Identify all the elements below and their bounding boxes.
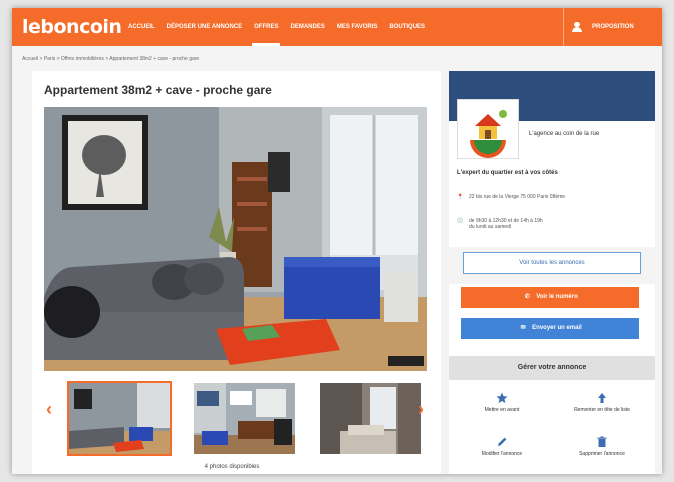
pencil-icon: [498, 437, 507, 446]
arrow-up-icon: [598, 393, 606, 403]
trash-icon: [597, 436, 607, 447]
nav-item-favorites[interactable]: MES FAVORIS: [331, 8, 384, 46]
call-label: Voir le numéro: [536, 294, 578, 300]
nav-item-post-ad[interactable]: DÉPOSER UNE ANNONCE: [161, 8, 248, 46]
thumbnail-3[interactable]: [320, 383, 421, 454]
chevron-left-icon[interactable]: ‹: [46, 399, 52, 420]
nav-item-offers[interactable]: OFFRES: [248, 8, 284, 46]
promote-ad-button[interactable]: Mettre en avant: [452, 392, 552, 413]
agency-logo[interactable]: [457, 99, 519, 159]
contact-card: ✆ Voir le numéro ✉ Envoyer un email: [449, 284, 655, 352]
nav-item-home[interactable]: ACCUEIL: [122, 8, 161, 46]
listing-title: Appartement 38m2 + cave - proche gare: [44, 83, 272, 97]
account-label: PROPOSITION: [592, 24, 634, 30]
agency-hours-row: 🕘 de 9h30 à 12h30 et de 14h à 19h du lun…: [457, 218, 543, 230]
email-label: Envoyer un email: [532, 325, 582, 331]
chevron-right-icon[interactable]: ›: [418, 399, 424, 420]
promote-ad-label: Mettre en avant: [484, 407, 520, 413]
agency-name[interactable]: L'agence au coin de la rue: [529, 131, 599, 137]
breadcrumb[interactable]: Accueil > Paris > Offres immobilières > …: [22, 56, 199, 62]
location-pin-icon: 📍: [457, 194, 464, 200]
edit-ad-button[interactable]: Modifier l'annonce: [452, 436, 552, 457]
thumbnail-1[interactable]: [67, 381, 172, 456]
site-logo[interactable]: leboncoin: [12, 16, 122, 38]
nav-item-shops[interactable]: BOUTIQUES: [383, 8, 431, 46]
agency-address-row: 📍 22 bis rue de la Vierge 75 000 Paris 0…: [457, 194, 565, 200]
nav-item-requests[interactable]: DEMANDES: [284, 8, 330, 46]
main-photo[interactable]: [44, 107, 427, 371]
agency-card: L'agence au coin de la rue L'expert du q…: [449, 71, 655, 247]
email-button[interactable]: ✉ Envoyer un email: [461, 318, 639, 339]
bump-ad-label: Remonter en tête de liste: [574, 407, 630, 413]
edit-ad-label: Modifier l'annonce: [481, 451, 523, 457]
agency-hours: de 9h30 à 12h30 et de 14h à 19h du lundi…: [469, 218, 543, 230]
see-all-listings-button[interactable]: Voir toutes les annonces: [463, 252, 641, 274]
nav-divider: [563, 8, 564, 46]
agency-address: 22 bis rue de la Vierge 75 000 Paris 08è…: [469, 194, 566, 200]
star-icon: [496, 392, 508, 403]
phone-icon: ✆: [524, 294, 530, 300]
thumbnail-strip: ‹ › 4 photos disponibles: [32, 381, 441, 470]
listing-card: Appartement 38m2 + cave - proche gare ‹ …: [32, 71, 441, 474]
clock-icon: 🕘: [457, 218, 464, 224]
manage-ad-header: Gérer votre annonce: [449, 356, 655, 380]
photo-count: 4 photos disponibles: [204, 464, 260, 470]
thumbnail-2[interactable]: [194, 383, 295, 454]
top-navigation: leboncoin ACCUEIL DÉPOSER UNE ANNONCE OF…: [12, 8, 662, 46]
account-button[interactable]: PROPOSITION: [572, 8, 634, 46]
browser-page: leboncoin ACCUEIL DÉPOSER UNE ANNONCE OF…: [12, 8, 662, 474]
bump-ad-button[interactable]: Remonter en tête de liste: [552, 392, 652, 413]
manage-ad-card: Gérer votre annonce Mettre en avant Remo…: [449, 352, 655, 474]
delete-ad-button[interactable]: Supprimer l'annonce: [552, 436, 652, 457]
delete-ad-label: Supprimer l'annonce: [579, 451, 625, 457]
envelope-icon: ✉: [520, 325, 526, 331]
agency-tagline: L'expert du quartier est à vos côtés: [457, 170, 558, 176]
agency-hours-line2: du lundi au samedi: [469, 224, 511, 230]
user-icon: [572, 22, 582, 32]
call-button[interactable]: ✆ Voir le numéro: [461, 287, 639, 308]
